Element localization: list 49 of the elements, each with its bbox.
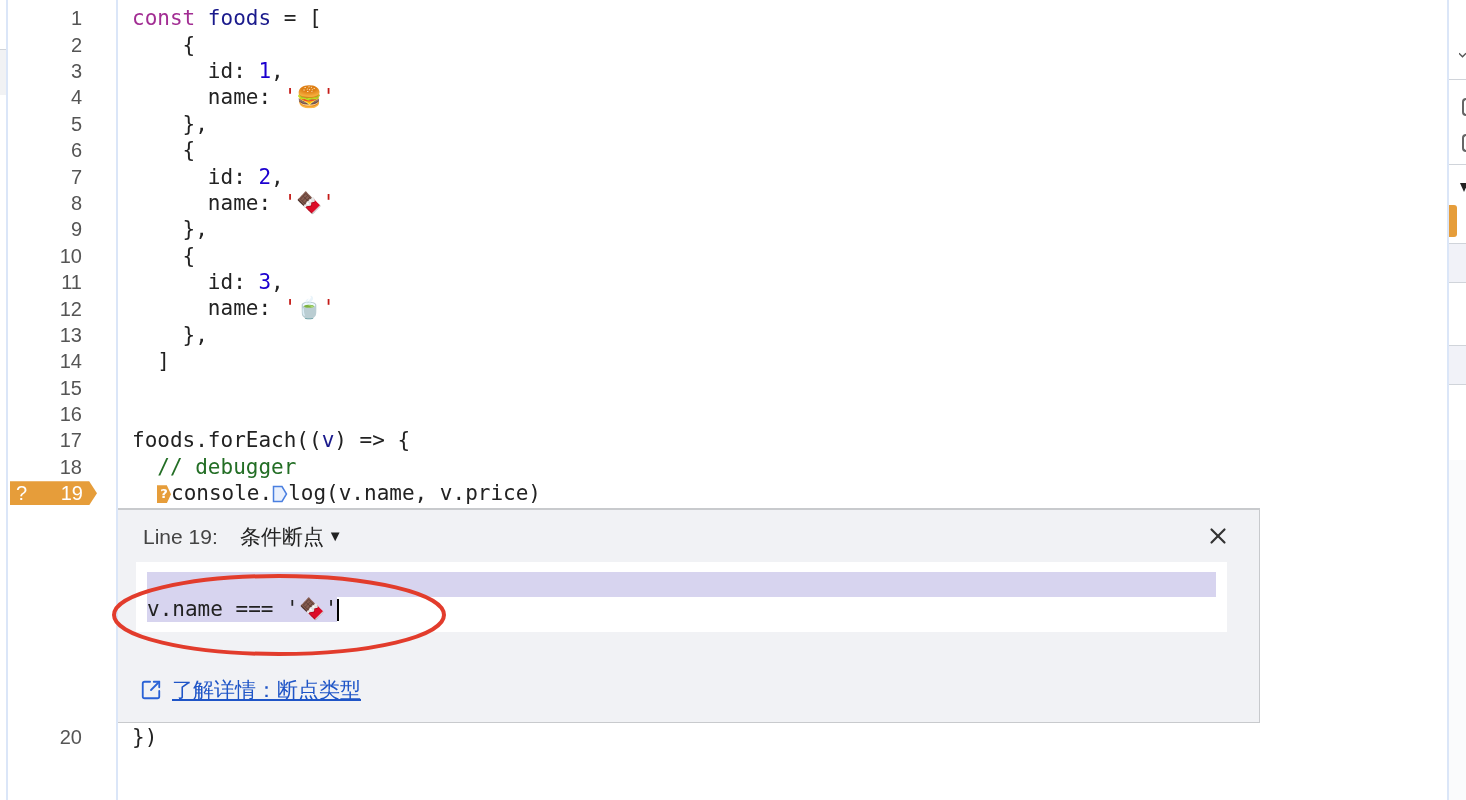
code-line: { xyxy=(181,31,196,58)
code-line: name: '🍔' xyxy=(206,84,335,111)
code-line: name: '🍫' xyxy=(206,189,335,216)
breakpoint-indicator xyxy=(1449,205,1457,237)
line-number: 7 xyxy=(70,164,82,190)
breakpoint-type-dropdown[interactable]: 条件断点 ▼ xyxy=(239,520,343,553)
code-line: }, xyxy=(181,321,208,348)
line-number: 13 xyxy=(59,322,82,348)
code-line: }) xyxy=(132,723,158,750)
code-line: ] xyxy=(156,348,170,375)
code-line: { xyxy=(181,137,196,164)
learn-more-link[interactable]: 了解详情：断点类型 xyxy=(172,674,361,706)
line-number: 20 xyxy=(59,724,82,750)
line-number: 14 xyxy=(59,349,82,375)
code-line: id: 2, xyxy=(206,163,284,190)
code-line: const foods = [ xyxy=(132,5,322,32)
external-link-icon xyxy=(140,679,162,702)
line-number: 2 xyxy=(70,32,82,58)
line-number: 8 xyxy=(70,190,82,216)
line-number: 11 xyxy=(61,270,82,296)
line-number: 9 xyxy=(70,217,82,243)
line-number: 5 xyxy=(70,111,82,137)
line-number: 19 xyxy=(60,481,83,507)
line-number: 10 xyxy=(59,243,82,269)
condition-input[interactable]: v.name === '🍫' xyxy=(136,562,1227,633)
line-number: 3 xyxy=(70,59,82,84)
location-marker-icon[interactable] xyxy=(272,484,289,505)
expand-triangle-icon[interactable] xyxy=(1460,183,1466,193)
line-number: 15 xyxy=(59,375,82,401)
line-number: 12 xyxy=(59,296,82,322)
line-number: 4 xyxy=(70,85,82,111)
line-number: 6 xyxy=(70,138,82,164)
line-number: 16 xyxy=(59,402,82,428)
line-number: 17 xyxy=(59,428,82,454)
code-line: ?console. log(v.name, v.price) xyxy=(132,480,542,507)
code-line: name: '🍵' xyxy=(206,295,335,322)
line-number: 18 xyxy=(59,454,82,480)
code-line: // debugger xyxy=(156,453,297,480)
line-number: 1 xyxy=(70,6,82,32)
code-line: { xyxy=(181,242,196,269)
code-line: id: 3, xyxy=(206,269,284,296)
breakpoint-condition-mark: ? xyxy=(16,481,28,507)
code-line: }, xyxy=(181,216,208,243)
panel-title: Line 19: xyxy=(143,523,218,550)
code-line: id: 1, xyxy=(206,57,284,84)
code-line: foods.forEach((v) => { xyxy=(132,427,411,454)
code-line: }, xyxy=(181,110,208,137)
chevron-icon[interactable] xyxy=(1459,52,1466,58)
condition-text: v.name === '🍫' xyxy=(147,597,338,623)
